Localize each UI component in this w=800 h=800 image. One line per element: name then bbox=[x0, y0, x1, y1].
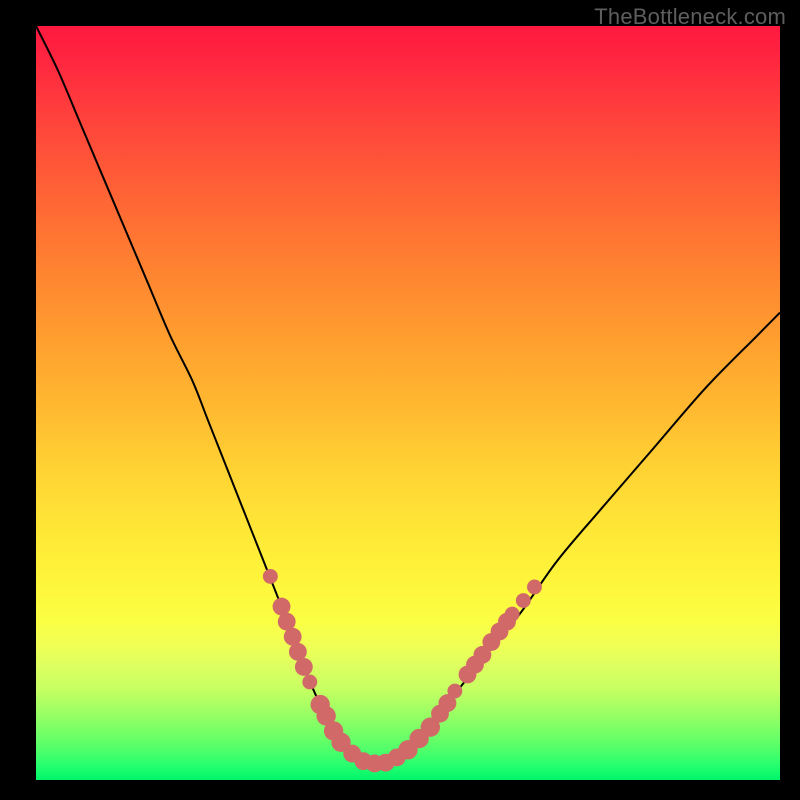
watermark-text: TheBottleneck.com bbox=[594, 4, 786, 30]
plot-area bbox=[36, 26, 780, 780]
data-marker bbox=[516, 593, 531, 608]
curve-path bbox=[36, 26, 780, 765]
chart-svg bbox=[36, 26, 780, 780]
data-marker bbox=[263, 569, 278, 584]
bottleneck-curve bbox=[36, 26, 780, 765]
outer-frame: TheBottleneck.com bbox=[0, 0, 800, 800]
data-marker bbox=[302, 675, 317, 690]
data-marker bbox=[295, 658, 313, 676]
marker-layer bbox=[263, 569, 542, 772]
data-marker bbox=[527, 580, 542, 595]
data-marker bbox=[447, 684, 462, 699]
data-marker bbox=[505, 607, 520, 622]
